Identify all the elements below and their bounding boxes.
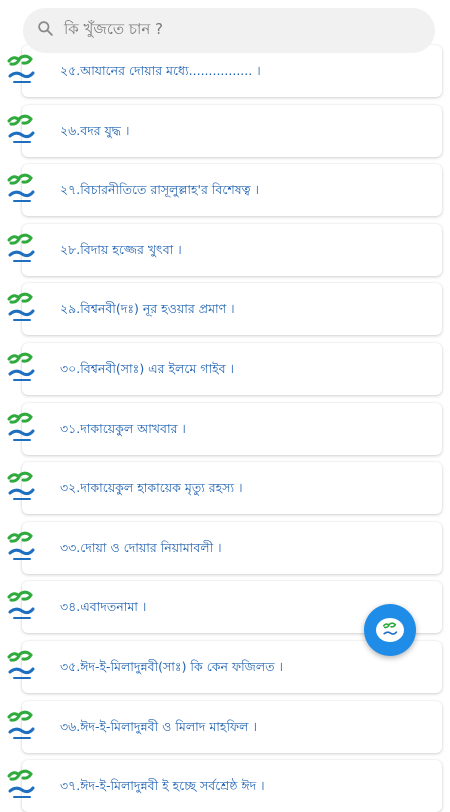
list-item-label: ৩১.দাকায়েকুল আখবার ।: [60, 420, 186, 436]
floating-action-button[interactable]: [364, 604, 416, 656]
book-logo-icon: [6, 290, 36, 324]
chapter-list: ২৫.আযানের দোয়ার মধ্যে................ ।…: [0, 0, 450, 812]
list-item-label: ২৯.বিশ্বনবী(দঃ) নূর হওয়ার প্রমাণ ।: [60, 301, 235, 317]
book-logo-icon: [6, 469, 36, 503]
list-item-label: ৩৪.এবাদতনামা ।: [60, 599, 147, 615]
book-logo-icon: [6, 588, 36, 622]
list-item-label: ২৮.বিদায় হজ্জের খুৎবা ।: [60, 241, 182, 257]
list-item[interactable]: ৩৭.ঈদ-ই-মিলাদুন্নবী ই হচ্ছে সর্বশ্রেষ্ঠ …: [0, 760, 450, 812]
book-logo-icon: [6, 767, 36, 801]
book-logo-icon: [6, 708, 36, 742]
search-input[interactable]: কি খুঁজতে চান ?: [64, 18, 163, 43]
list-item-label: ২৬.বদর যুদ্ধ ।: [60, 122, 130, 138]
list-item[interactable]: ২৬.বদর যুদ্ধ ।: [0, 104, 450, 157]
book-logo-icon: [376, 618, 404, 642]
list-item[interactable]: ২৮.বিদায় হজ্জের খুৎবা ।: [0, 223, 450, 276]
list-item-label: ৩৩.দোয়া ও দোয়ার নিয়ামাবলী ।: [60, 539, 222, 555]
book-logo-icon: [6, 52, 36, 86]
search-icon: [37, 20, 54, 41]
list-item[interactable]: ৩০.বিশ্বনবী(সাঃ) এর ইলমে গাইব ।: [0, 343, 450, 395]
list-item-label: ৩০.বিশ্বনবী(সাঃ) এর ইলমে গাইব ।: [60, 361, 234, 376]
list-item[interactable]: ৩১.দাকায়েকুল আখবার ।: [0, 402, 450, 455]
search-bar[interactable]: কি খুঁজতে চান ?: [23, 8, 435, 53]
list-item[interactable]: ৩৬.ঈদ-ই-মিলাদুন্নবী ও মিলাদ মাহফিল ।: [0, 700, 450, 753]
book-logo-icon: [6, 350, 36, 384]
book-logo-icon: [6, 648, 36, 682]
list-item-label: ৩৫.ঈদ-ই-মিলাদুন্নবী(সাঃ) কি কেন ফজিলত ।: [60, 659, 284, 674]
list-item-label: ৩৬.ঈদ-ই-মিলাদুন্নবী ও মিলাদ মাহফিল ।: [60, 718, 257, 734]
book-logo-icon: [6, 231, 36, 265]
list-item-label: ২৭.বিচারনীতিতে রাসূলুল্লাহ'র বিশেষত্ব ।: [60, 182, 259, 198]
book-logo-icon: [6, 410, 36, 444]
list-item[interactable]: ৩২.দাকায়েকুল হাকায়েক মৃত্যু রহস্য ।: [0, 462, 450, 515]
list-item[interactable]: ৩৩.দোয়া ও দোয়ার নিয়ামাবলী ।: [0, 521, 450, 574]
list-item-label: ৩৭.ঈদ-ই-মিলাদুন্নবী ই হচ্ছে সর্বশ্রেষ্ঠ …: [60, 778, 265, 794]
list-item[interactable]: ২৭.বিচারনীতিতে রাসূলুল্লাহ'র বিশেষত্ব ।: [0, 164, 450, 217]
book-logo-icon: [6, 171, 36, 205]
book-logo-icon: [6, 112, 36, 146]
list-item[interactable]: ২৯.বিশ্বনবী(দঃ) নূর হওয়ার প্রমাণ ।: [0, 283, 450, 336]
list-item-label: ৩২.দাকায়েকুল হাকায়েক মৃত্যু রহস্য ।: [60, 480, 243, 496]
book-logo-icon: [6, 529, 36, 563]
